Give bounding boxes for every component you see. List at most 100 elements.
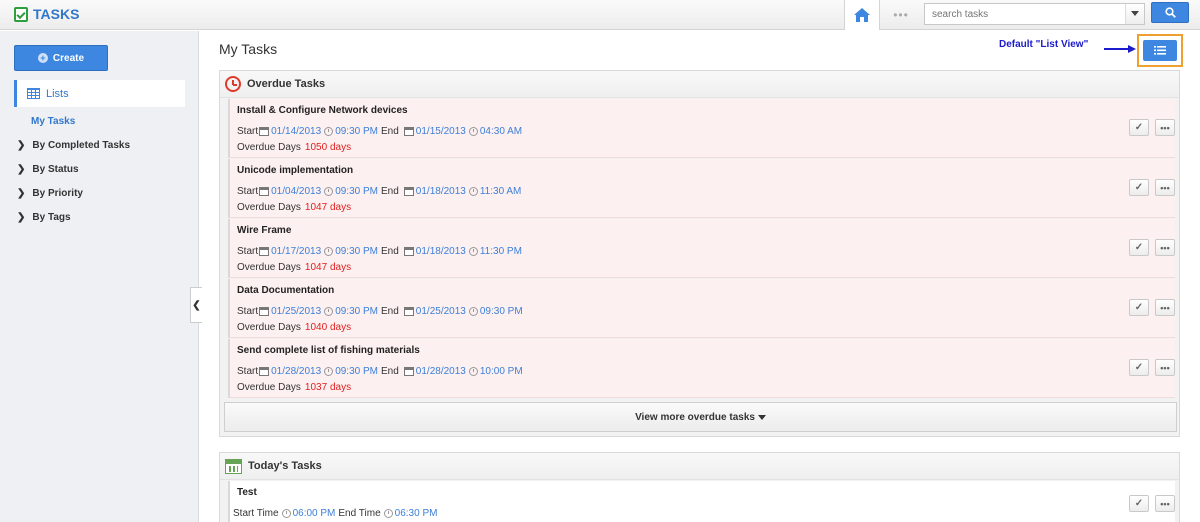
calendar-icon: [403, 247, 414, 256]
task-more-button[interactable]: •••: [1155, 179, 1175, 196]
clock-icon: [324, 187, 334, 196]
table-icon: [27, 88, 40, 99]
overdue-days: Overdue Days 1037 days: [237, 382, 351, 393]
overdue-label: Overdue Days: [237, 382, 301, 393]
more-dots-icon: •••: [1160, 122, 1170, 133]
clock-icon: [281, 509, 291, 518]
calendar-icon: [225, 458, 242, 474]
sidebar-item-by-completed-tasks[interactable]: ❯ By Completed Tasks: [17, 140, 130, 151]
end-time-label: End Time: [338, 508, 381, 519]
sidebar-item-my-tasks[interactable]: My Tasks: [31, 116, 75, 127]
overdue-days-value: 1040 days: [304, 322, 352, 333]
search-button[interactable]: [1151, 2, 1189, 23]
app-title-label: TASKS: [33, 6, 80, 22]
start-time-label: Start Time: [233, 508, 279, 519]
tasks-checkbox-icon: [14, 6, 28, 22]
complete-task-button[interactable]: ✓: [1129, 299, 1149, 316]
more-apps-button[interactable]: •••: [886, 8, 916, 22]
end-label: End: [381, 366, 399, 377]
check-icon: ✓: [1134, 242, 1144, 253]
home-button[interactable]: [844, 0, 880, 30]
task-row[interactable]: Send complete list of fishing materials …: [228, 339, 1175, 398]
search-input[interactable]: [925, 4, 1125, 24]
chevron-right-icon: ❯: [17, 188, 26, 199]
app-title[interactable]: TASKS: [14, 6, 79, 22]
overdue-label: Overdue Days: [237, 202, 301, 213]
panel-title: Today's Tasks: [248, 460, 322, 472]
overdue-days-value: 1050 days: [304, 142, 352, 153]
calendar-icon: [403, 187, 414, 196]
sidebar-item-by-status[interactable]: ❯ By Status: [17, 164, 79, 175]
complete-task-button[interactable]: ✓: [1129, 359, 1149, 376]
complete-task-button[interactable]: ✓: [1129, 119, 1149, 136]
sidebar-item-by-priority[interactable]: ❯ By Priority: [17, 188, 83, 199]
task-more-button[interactable]: •••: [1155, 239, 1175, 256]
calendar-icon: [259, 247, 270, 256]
calendar-icon: [259, 367, 270, 376]
task-more-button[interactable]: •••: [1155, 299, 1175, 316]
sidebar-collapse-button[interactable]: ❮: [190, 287, 202, 323]
start-date: 01/04/2013: [271, 186, 322, 197]
task-row[interactable]: Unicode implementation Start 01/04/2013 …: [228, 159, 1175, 218]
complete-task-button[interactable]: ✓: [1129, 179, 1149, 196]
task-row[interactable]: Install & Configure Network devices Star…: [228, 99, 1175, 158]
task-title[interactable]: Install & Configure Network devices: [237, 105, 408, 116]
start-time: 09:30 PM: [335, 366, 378, 377]
more-dots-icon: •••: [1160, 362, 1170, 373]
clock-icon: [468, 247, 478, 256]
more-dots-icon: •••: [1160, 242, 1170, 253]
chevron-right-icon: ❯: [17, 164, 26, 175]
overdue-tasks-panel: Overdue Tasks Install & Configure Networ…: [219, 70, 1180, 437]
end-label: End: [381, 306, 399, 317]
task-more-button[interactable]: •••: [1155, 119, 1175, 136]
view-more-label: View more overdue tasks: [635, 411, 755, 423]
calendar-icon: [259, 307, 270, 316]
chevron-left-icon: ❮: [192, 299, 201, 311]
caret-down-icon: [757, 414, 766, 420]
search-dropdown-button[interactable]: [1125, 4, 1144, 24]
sidebar-item-by-tags[interactable]: ❯ By Tags: [17, 212, 71, 223]
overdue-days-value: 1047 days: [304, 262, 352, 273]
end-time: 09:30 PM: [479, 306, 523, 317]
chevron-down-icon: [1131, 11, 1139, 16]
task-times: Start Time 06:00 PM End Time 06:30 PM: [233, 508, 437, 519]
overdue-days: Overdue Days 1047 days: [237, 262, 351, 273]
clock-icon: [324, 127, 334, 136]
task-title[interactable]: Wire Frame: [237, 225, 291, 236]
search-icon: [1164, 7, 1176, 18]
end-date: 01/18/2013: [415, 246, 466, 257]
task-row[interactable]: Wire Frame Start 01/17/2013 09:30 PM End…: [228, 219, 1175, 278]
complete-task-button[interactable]: ✓: [1129, 239, 1149, 256]
overdue-label: Overdue Days: [237, 262, 301, 273]
more-dots-icon: •••: [1160, 498, 1170, 509]
task-row[interactable]: Data Documentation Start 01/25/2013 09:3…: [228, 279, 1175, 338]
task-title[interactable]: Unicode implementation: [237, 165, 353, 176]
task-row[interactable]: Test Start Time 06:00 PM End Time 06:30 …: [228, 481, 1175, 522]
clock-icon: [468, 307, 478, 316]
clock-icon: [324, 307, 334, 316]
sidebar-item-lists[interactable]: Lists: [14, 80, 185, 107]
task-more-button[interactable]: •••: [1155, 495, 1175, 512]
task-dates: Start 01/25/2013 09:30 PM End 01/25/2013…: [237, 306, 523, 317]
calendar-icon: [403, 367, 414, 376]
task-title[interactable]: Send complete list of fishing materials: [237, 345, 420, 356]
calendar-icon: [259, 127, 270, 136]
more-dots-icon: •••: [1160, 302, 1170, 313]
panel-title: Overdue Tasks: [247, 78, 326, 90]
overdue-panel-header: Overdue Tasks: [220, 71, 1179, 98]
sidebar-item-label: By Status: [32, 164, 79, 175]
task-more-button[interactable]: •••: [1155, 359, 1175, 376]
view-more-overdue-button[interactable]: View more overdue tasks: [224, 402, 1177, 432]
start-date: 01/17/2013: [271, 246, 322, 257]
list-view-button[interactable]: [1143, 40, 1177, 61]
sidebar-item-label: Lists: [46, 87, 69, 100]
todays-tasks-panel: Today's Tasks Test Start Time 06:00 PM E…: [219, 452, 1180, 522]
create-button[interactable]: + Create: [14, 45, 108, 71]
task-title[interactable]: Test: [237, 487, 257, 498]
start-time: 06:00 PM: [292, 508, 336, 519]
overdue-label: Overdue Days: [237, 142, 301, 153]
sidebar-item-label: By Completed Tasks: [32, 140, 131, 151]
start-label: Start: [237, 126, 259, 137]
complete-task-button[interactable]: ✓: [1129, 495, 1149, 512]
task-title[interactable]: Data Documentation: [237, 285, 334, 296]
